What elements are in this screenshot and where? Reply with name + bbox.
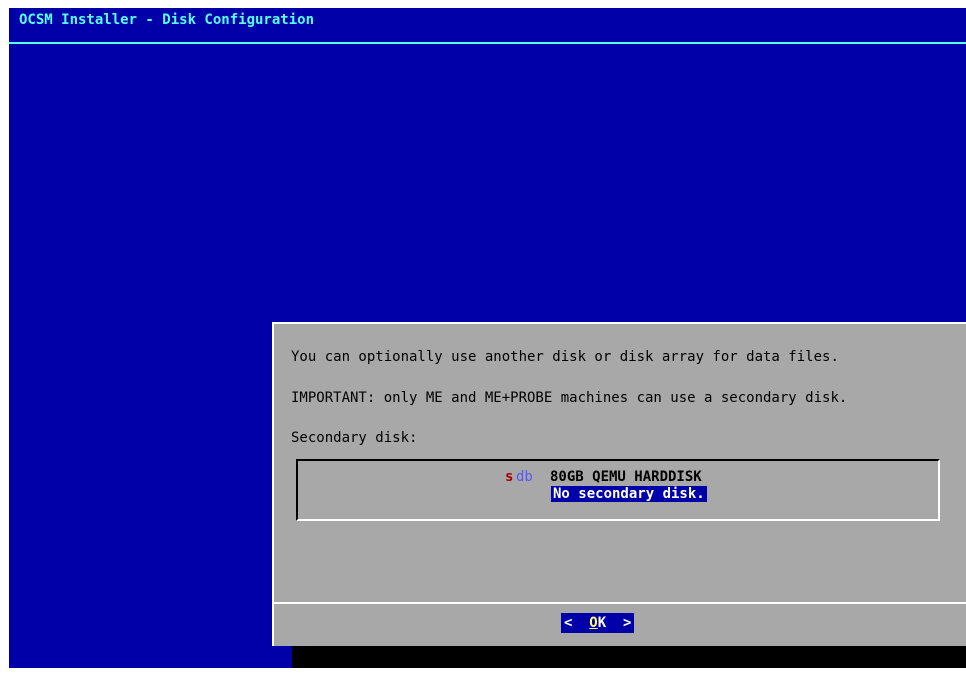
ok-right-bracket: > [623, 615, 632, 631]
disk-option-none-selected[interactable]: No secondary disk. [551, 486, 707, 502]
ok-hotkey-letter: O [589, 615, 598, 631]
dialog-text-important: IMPORTANT: only ME and ME+PROBE machines… [291, 390, 848, 406]
installer-screen: OCSM Installer - Disk Configuration You … [9, 8, 966, 668]
disk-config-dialog: You can optionally use another disk or d… [272, 322, 966, 646]
secondary-disk-label: Secondary disk: [291, 430, 418, 446]
disk-device-prefix[interactable]: s [505, 469, 513, 485]
dialog-text-optional: You can optionally use another disk or d… [291, 349, 839, 365]
window-title: OCSM Installer - Disk Configuration [19, 12, 315, 28]
ok-label-rest: K [597, 615, 607, 631]
disk-device-suffix[interactable]: db [516, 469, 533, 485]
button-bar-divider [274, 602, 966, 604]
ok-button[interactable]: < OK > [561, 613, 635, 633]
title-divider [9, 42, 966, 44]
disk-option-sdb[interactable]: 80GB QEMU HARDDISK [550, 469, 702, 485]
ok-left-bracket: < [564, 615, 573, 631]
dialog-shadow [292, 646, 966, 668]
secondary-disk-list[interactable]: s db 80GB QEMU HARDDISK No secondary dis… [296, 459, 940, 521]
